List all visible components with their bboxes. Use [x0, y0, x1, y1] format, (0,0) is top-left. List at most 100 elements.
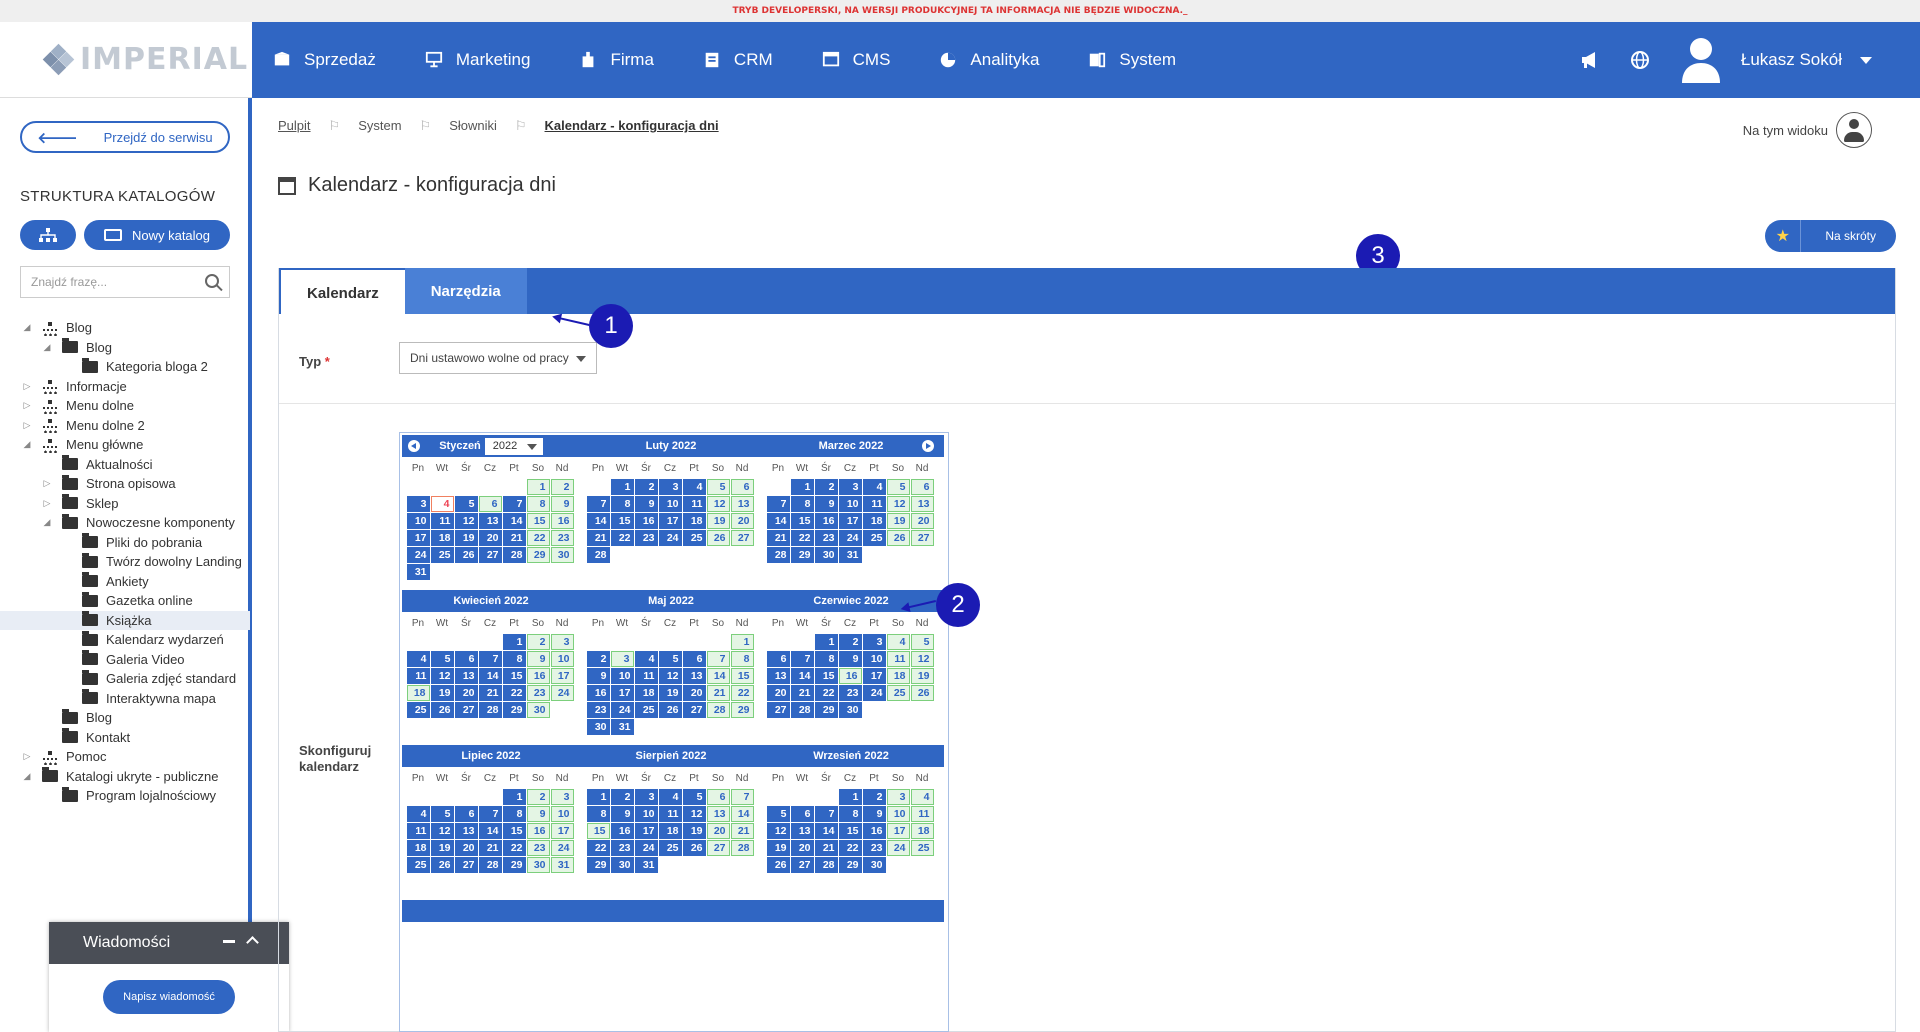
calendar-day[interactable]: 5	[706, 479, 730, 495]
tree-toggle-icon[interactable]: ▷	[42, 478, 52, 489]
calendar-day[interactable]: 13	[910, 496, 934, 512]
tree-item[interactable]: ▷ Sklep	[0, 494, 250, 514]
calendar-day[interactable]: 11	[430, 513, 454, 529]
tree-toggle-icon[interactable]: ◢	[22, 439, 32, 450]
calendar-day[interactable]: 29	[586, 857, 610, 873]
calendar-day[interactable]: 23	[526, 840, 550, 856]
tree-item[interactable]: Galeria zdjęć standard	[0, 669, 250, 689]
tree-item[interactable]: Kontakt	[0, 728, 250, 748]
nav-crm[interactable]: CRM	[702, 50, 773, 70]
calendar-day[interactable]: 23	[586, 702, 610, 718]
calendar-day[interactable]: 15	[502, 668, 526, 684]
calendar-day[interactable]: 16	[814, 513, 838, 529]
calendar-day[interactable]: 16	[610, 823, 634, 839]
calendar-day[interactable]: 23	[526, 685, 550, 701]
calendar-day[interactable]: 23	[550, 530, 574, 546]
calendar-day[interactable]: 25	[634, 702, 658, 718]
megaphone-icon[interactable]	[1579, 49, 1601, 71]
calendar-day[interactable]: 14	[730, 806, 754, 822]
calendar-day[interactable]: 10	[550, 651, 574, 667]
calendar-day[interactable]: 20	[454, 840, 478, 856]
calendar-day[interactable]: 28	[478, 857, 502, 873]
calendar-day[interactable]: 31	[634, 857, 658, 873]
calendar-day[interactable]: 28	[730, 840, 754, 856]
calendar-day[interactable]: 4	[862, 479, 886, 495]
calendar-day[interactable]: 6	[682, 651, 706, 667]
nav-firma[interactable]: Firma	[578, 50, 654, 70]
calendar-day[interactable]: 15	[610, 513, 634, 529]
calendar-day[interactable]: 1	[814, 634, 838, 650]
logo[interactable]: IMPERIAL	[0, 22, 252, 98]
tree-toggle-icon[interactable]: ▷	[22, 400, 32, 411]
calendar-day[interactable]: 21	[814, 840, 838, 856]
calendar-day[interactable]: 3	[886, 789, 910, 805]
calendar-day[interactable]: 20	[478, 530, 502, 546]
calendar-day[interactable]: 9	[526, 806, 550, 822]
calendar-day[interactable]: 9	[586, 668, 610, 684]
calendar-day[interactable]: 14	[586, 513, 610, 529]
calendar-day[interactable]: 4	[658, 789, 682, 805]
calendar-day[interactable]: 29	[814, 702, 838, 718]
calendar-day[interactable]: 3	[550, 634, 574, 650]
calendar-day[interactable]: 18	[862, 513, 886, 529]
calendar-day[interactable]: 17	[838, 513, 862, 529]
breadcrumb-item[interactable]: System	[358, 118, 401, 134]
prev-month-icon[interactable]	[408, 440, 420, 452]
calendar-day[interactable]: 24	[838, 530, 862, 546]
calendar-day[interactable]: 2	[550, 479, 574, 495]
calendar-day[interactable]: 5	[430, 806, 454, 822]
type-select[interactable]: Dni ustawowo wolne od pracy	[399, 342, 597, 374]
calendar-day[interactable]: 12	[910, 651, 934, 667]
calendar-day[interactable]: 7	[790, 651, 814, 667]
calendar-day[interactable]: 3	[610, 651, 634, 667]
calendar-day[interactable]: 21	[586, 530, 610, 546]
calendar-day[interactable]: 23	[634, 530, 658, 546]
calendar-day[interactable]: 2	[634, 479, 658, 495]
tree-item[interactable]: Interaktywna mapa	[0, 689, 250, 709]
calendar-day[interactable]: 10	[658, 496, 682, 512]
calendar-day[interactable]: 30	[550, 547, 574, 563]
calendar-day[interactable]: 14	[502, 513, 526, 529]
calendar-day[interactable]: 7	[586, 496, 610, 512]
calendar-day[interactable]: 30	[814, 547, 838, 563]
calendar-day[interactable]: 26	[454, 547, 478, 563]
tree-item[interactable]: Kategoria bloga 2	[0, 357, 250, 377]
calendar-day[interactable]: 23	[838, 685, 862, 701]
calendar-day[interactable]: 3	[658, 479, 682, 495]
calendar-day[interactable]: 8	[586, 806, 610, 822]
tree-item[interactable]: Aktualności	[0, 455, 250, 475]
calendar-day[interactable]: 30	[838, 702, 862, 718]
calendar-day[interactable]: 3	[550, 789, 574, 805]
tree-item[interactable]: ◢ Blog	[0, 338, 250, 358]
next-month-icon[interactable]	[922, 440, 934, 452]
tree-toggle-icon[interactable]: ◢	[42, 342, 52, 353]
calendar-day[interactable]: 28	[478, 702, 502, 718]
calendar-day[interactable]: 9	[838, 651, 862, 667]
calendar-day[interactable]: 6	[910, 479, 934, 495]
calendar-day[interactable]: 22	[790, 530, 814, 546]
calendar-day[interactable]: 17	[550, 668, 574, 684]
calendar-day[interactable]: 22	[502, 840, 526, 856]
calendar-day[interactable]: 31	[838, 547, 862, 563]
calendar-day[interactable]: 24	[610, 702, 634, 718]
calendar-day[interactable]: 28	[502, 547, 526, 563]
calendar-day[interactable]: 9	[550, 496, 574, 512]
calendar-day[interactable]: 24	[886, 840, 910, 856]
calendar-day[interactable]: 27	[706, 840, 730, 856]
calendar-day[interactable]: 26	[886, 530, 910, 546]
calendar-day[interactable]: 6	[766, 651, 790, 667]
breadcrumb-item[interactable]: Słowniki	[449, 118, 497, 134]
tree-item[interactable]: Program lojalnościowy	[0, 786, 250, 806]
calendar-day[interactable]: 9	[862, 806, 886, 822]
calendar-day[interactable]: 25	[682, 530, 706, 546]
tree-structure-button[interactable]	[20, 220, 76, 250]
calendar-day[interactable]: 20	[706, 823, 730, 839]
calendar-day[interactable]: 11	[634, 668, 658, 684]
calendar-day[interactable]: 31	[610, 719, 634, 735]
calendar-day[interactable]: 25	[862, 530, 886, 546]
tree-item[interactable]: Blog	[0, 708, 250, 728]
calendar-day[interactable]: 12	[430, 823, 454, 839]
calendar-day[interactable]: 16	[586, 685, 610, 701]
breadcrumb-current[interactable]: Kalendarz - konfiguracja dni	[545, 118, 719, 134]
calendar-day[interactable]: 20	[790, 840, 814, 856]
